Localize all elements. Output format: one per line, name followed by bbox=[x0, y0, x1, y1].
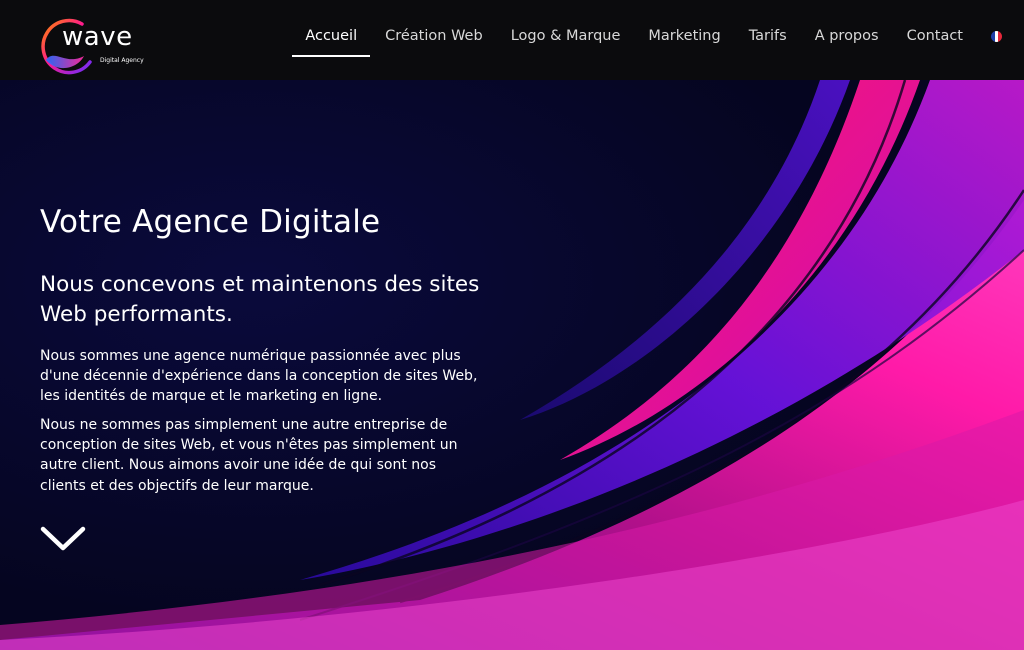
nav-item-tarifs[interactable]: Tarifs bbox=[747, 25, 789, 55]
chevron-down-icon bbox=[40, 526, 86, 551]
nav-item-logo-marque[interactable]: Logo & Marque bbox=[509, 25, 623, 55]
site-header: wave Digital Agency Accueil Création Web… bbox=[0, 0, 1024, 80]
wave-logo[interactable]: wave Digital Agency bbox=[40, 16, 152, 76]
hero-subtitle: Nous concevons et maintenons des sites W… bbox=[40, 272, 480, 327]
nav-item-contact[interactable]: Contact bbox=[905, 25, 965, 55]
hero-title: Votre Agence Digitale bbox=[40, 204, 381, 240]
hero-paragraph-1: Nous sommes une agence numérique passion… bbox=[40, 348, 478, 405]
hero-paragraph-2: Nous ne sommes pas simplement une autre … bbox=[40, 417, 458, 494]
nav-item-accueil[interactable]: Accueil bbox=[292, 25, 370, 57]
logo-wordmark: wave bbox=[62, 22, 133, 52]
logo-tagline: Digital Agency bbox=[100, 57, 144, 64]
french-flag-icon[interactable] bbox=[991, 30, 1002, 42]
hero-section: Votre Agence Digitale Nous concevons et … bbox=[0, 80, 1024, 650]
scroll-down-button[interactable] bbox=[40, 524, 86, 554]
nav-item-creation-web[interactable]: Création Web bbox=[383, 25, 485, 55]
nav-item-marketing[interactable]: Marketing bbox=[646, 25, 722, 55]
nav-item-a-propos[interactable]: A propos bbox=[813, 25, 881, 55]
main-nav: Accueil Création Web Logo & Marque Marke… bbox=[279, 0, 1002, 80]
